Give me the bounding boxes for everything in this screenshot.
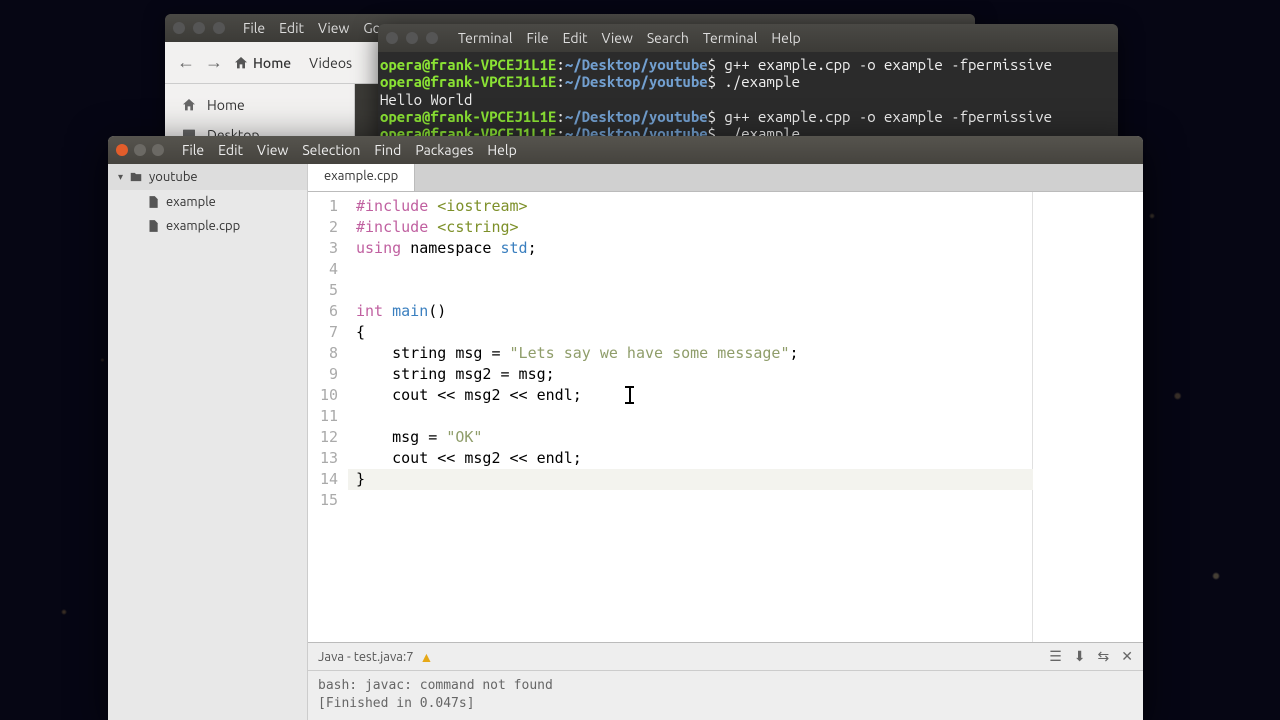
menu-edit[interactable]: Edit [563,30,588,46]
menu-help[interactable]: Help [487,142,516,158]
menu-file[interactable]: File [527,30,549,46]
close-icon[interactable] [116,144,128,156]
menu-file[interactable]: File [182,142,204,158]
file-icon [146,195,160,209]
file-icon [146,219,160,233]
home-icon [181,97,197,113]
tree-folder-root[interactable]: ▾ youtube [108,164,307,190]
minimize-icon[interactable] [193,22,205,34]
close-icon[interactable]: ✕ [1121,648,1133,665]
terminal-menu: Terminal File Edit View Search Terminal … [446,30,801,46]
breadcrumb-current[interactable]: Videos [301,51,360,75]
maximize-icon[interactable] [213,22,225,34]
settings-icon[interactable]: ⇆ [1098,648,1110,665]
menu-view[interactable]: View [257,142,288,158]
tree-file-label: example [166,195,216,209]
download-icon[interactable]: ⬇ [1074,648,1086,665]
menu-terminal2[interactable]: Terminal [703,30,758,46]
editor-menu: File Edit View Selection Find Packages H… [170,142,517,158]
terminal-output[interactable]: opera@frank-VPCEJ1L1E:~/Desktop/youtube$… [378,52,1118,146]
folder-icon [129,170,143,184]
warning-icon: ▲ [420,649,434,665]
build-console: Java - test.java:7 ▲ ☰ ⬇ ⇆ ✕ bash: javac… [308,642,1143,720]
tree-folder-label: youtube [149,170,198,184]
sidebar-item-label: Home [207,97,245,113]
menu-selection[interactable]: Selection [302,142,360,158]
menu-view[interactable]: View [318,20,349,36]
code-editor[interactable]: 123456789101112131415 #include <iostream… [308,192,1143,642]
minimize-icon[interactable] [134,144,146,156]
editor-tabs: example.cpp [308,164,1143,192]
minimize-icon[interactable] [406,32,418,44]
menu-search[interactable]: Search [647,30,689,46]
close-icon[interactable] [173,22,185,34]
copy-icon[interactable]: ☰ [1049,648,1062,665]
editor-titlebar[interactable]: File Edit View Selection Find Packages H… [108,136,1143,164]
nav-forward-icon[interactable]: → [205,52,223,73]
line-number-gutter: 123456789101112131415 [308,192,348,642]
file-tree: ▾ youtube example example.cpp [108,164,308,720]
console-output[interactable]: bash: javac: command not found[Finished … [308,671,1143,719]
home-icon [233,55,249,71]
maximize-icon[interactable] [152,144,164,156]
file-manager-menu: File Edit View Go [233,20,381,36]
close-icon[interactable] [386,32,398,44]
menu-edit[interactable]: Edit [218,142,243,158]
console-title: Java - test.java:7 [318,650,414,664]
tree-file-example[interactable]: example [108,190,307,214]
menu-help[interactable]: Help [771,30,800,46]
nav-back-icon[interactable]: ← [177,52,195,73]
home-label: Home [253,55,291,71]
tree-file-example-cpp[interactable]: example.cpp [108,214,307,238]
menu-find[interactable]: Find [374,142,401,158]
menu-view[interactable]: View [602,30,633,46]
chevron-down-icon: ▾ [118,171,123,183]
code-lines[interactable]: #include <iostream>#include <cstring>usi… [348,192,1143,642]
terminal-titlebar[interactable]: Terminal File Edit View Search Terminal … [378,24,1118,52]
menu-file[interactable]: File [243,20,265,36]
maximize-icon[interactable] [426,32,438,44]
menu-packages[interactable]: Packages [415,142,473,158]
breadcrumb-home[interactable]: Home [233,55,291,71]
menu-edit[interactable]: Edit [279,20,304,36]
menu-terminal[interactable]: Terminal [458,30,513,46]
editor-window: File Edit View Selection Find Packages H… [108,136,1143,720]
sidebar-item-home[interactable]: Home [165,90,354,120]
tab-example-cpp[interactable]: example.cpp [308,164,415,191]
tree-file-label: example.cpp [166,219,240,233]
